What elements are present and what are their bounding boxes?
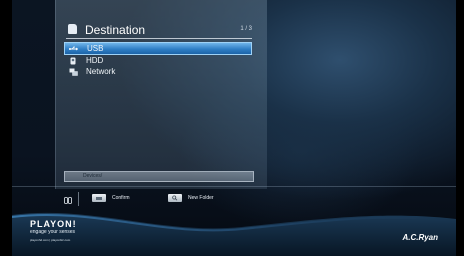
document-icon bbox=[68, 24, 77, 34]
list-item-label: USB bbox=[87, 44, 104, 53]
path-field: Devices/ bbox=[64, 171, 254, 182]
logo-wordmark: PLAYON! bbox=[30, 219, 77, 229]
confirm-label: Confirm bbox=[112, 195, 130, 201]
confirm-hint[interactable]: Confirm bbox=[92, 194, 130, 202]
new-folder-label: New Folder bbox=[188, 195, 214, 201]
screen: Destination 1 / 3 USB HDD Network Device… bbox=[0, 0, 464, 256]
list-item-label: Network bbox=[86, 67, 116, 76]
network-icon bbox=[68, 68, 78, 76]
ok-key-icon bbox=[92, 194, 106, 202]
hdd-icon bbox=[68, 57, 78, 65]
panel-title: Destination bbox=[85, 23, 146, 37]
brand-urls: playonhd.com | playonbiz.com bbox=[30, 238, 71, 242]
search-key-icon bbox=[168, 194, 182, 202]
page-indicator: 1 / 3 bbox=[240, 26, 252, 32]
acryan-logo: A.C.Ryan bbox=[402, 233, 438, 242]
list-item-hdd[interactable]: HDD bbox=[64, 55, 252, 66]
usb-icon bbox=[69, 45, 79, 53]
footer-divider bbox=[12, 186, 456, 187]
current-path: Devices/ bbox=[83, 173, 103, 179]
right-letterbox bbox=[456, 0, 464, 256]
new-folder-hint[interactable]: New Folder bbox=[168, 194, 214, 202]
playon-logo: PLAYON! engage your senses bbox=[30, 220, 77, 236]
hint-divider bbox=[78, 192, 79, 206]
logo-tagline: engage your senses bbox=[30, 229, 76, 235]
header-divider bbox=[66, 38, 252, 39]
list-item-network[interactable]: Network bbox=[64, 66, 252, 77]
left-letterbox bbox=[0, 0, 12, 256]
footer-wave bbox=[12, 212, 456, 256]
destination-panel: Destination 1 / 3 USB HDD Network Device… bbox=[55, 0, 267, 189]
device-list: USB HDD Network bbox=[64, 42, 252, 77]
list-item-label: HDD bbox=[86, 56, 104, 65]
list-item-usb[interactable]: USB bbox=[64, 42, 252, 55]
